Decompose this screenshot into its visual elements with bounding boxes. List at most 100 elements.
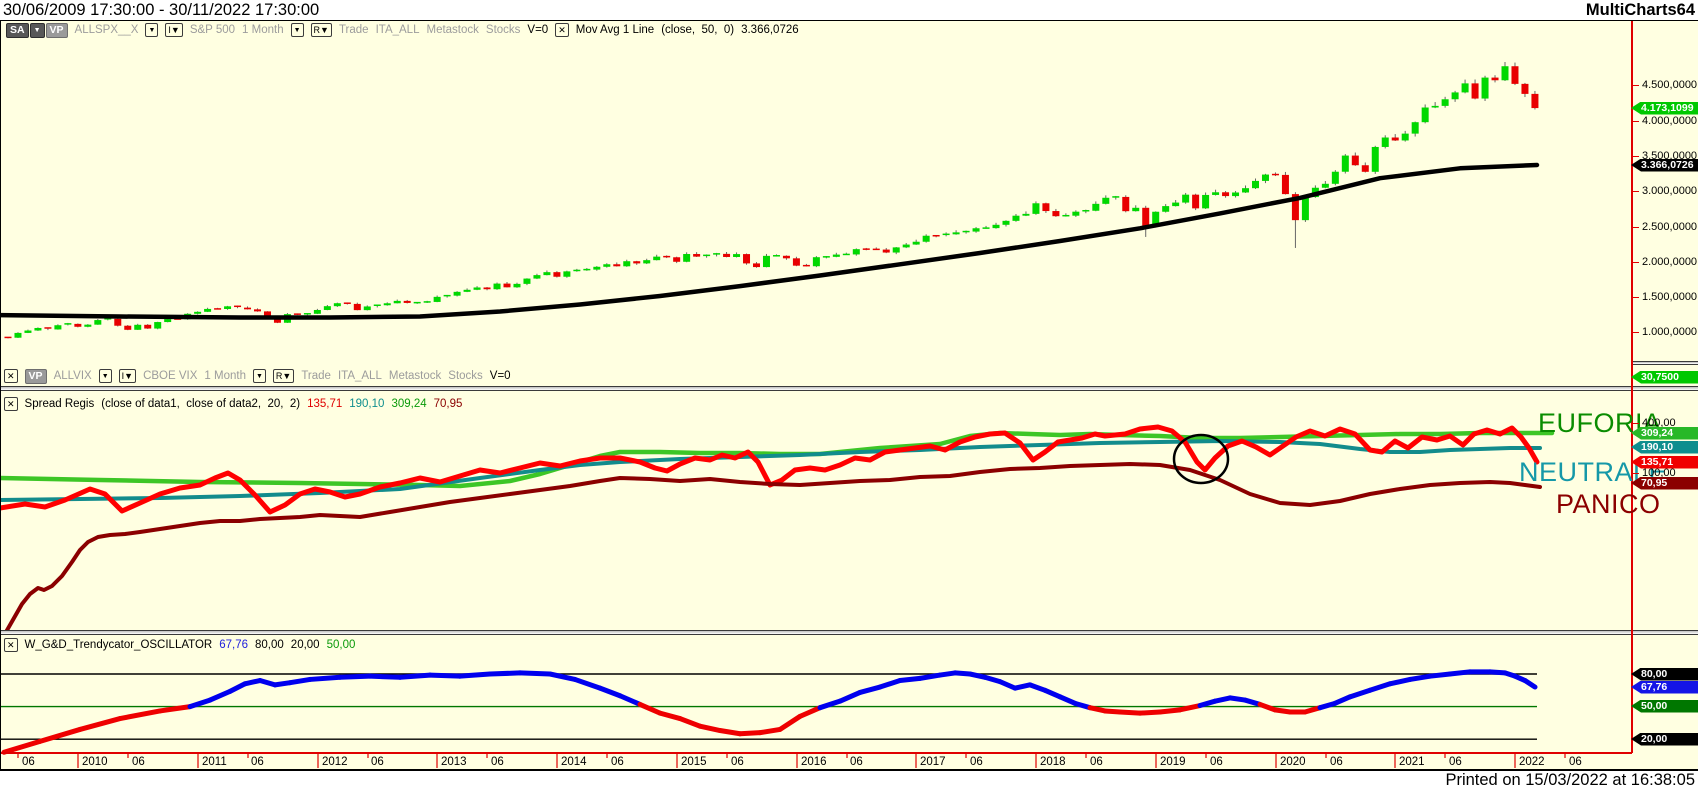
toolbar-oscillator: ✕W_G&D_Trendycator_OSCILLATOR67,7680,002… [4, 637, 362, 653]
time-axis-label: 06 [1210, 756, 1223, 768]
vp-button[interactable]: VP [25, 369, 47, 384]
time-axis-label: 2020 [1280, 756, 1306, 768]
time-axis-label: 2018 [1040, 756, 1066, 768]
panico-value-label: 70,95 [434, 397, 463, 411]
time-axis-label: 06 [371, 756, 384, 768]
oscillator-value-tag: 67,76 [1631, 681, 1698, 694]
resolution-label: 1 Month [242, 23, 284, 37]
volume-label: V=0 [490, 369, 511, 383]
dropdown-icon[interactable]: ▼ [291, 23, 304, 37]
time-axis-label: 2021 [1399, 756, 1425, 768]
lower-level-label: 20,00 [291, 638, 320, 652]
spread-axis-tick [1632, 473, 1639, 475]
time-axis-label: 06 [491, 756, 504, 768]
price-axis-tick-label: 2.500,0000 [1642, 221, 1697, 233]
price-axis-line [1631, 21, 1633, 753]
spread-value-label: 135,71 [307, 397, 342, 411]
euforia-value-label: 309,24 [391, 397, 426, 411]
sector-label: Stocks [486, 23, 521, 37]
oscillator-value-label: 67,76 [219, 638, 248, 652]
time-axis-label: 2017 [920, 756, 946, 768]
neutrale-value-label: 190,10 [349, 397, 384, 411]
printed-footer: Printed on 15/03/2022 at 16:38:05 [1445, 771, 1695, 790]
time-axis-label: 06 [1090, 756, 1103, 768]
upper-level-tag: 80,00 [1631, 668, 1698, 681]
mov-avg-tag: 3.366,0726 [1631, 159, 1698, 172]
price-axis-tick-label: 4.000,0000 [1642, 115, 1697, 127]
upper-level-label: 80,00 [255, 638, 284, 652]
category-label: ITA_ALL [376, 23, 420, 37]
time-axis-label: 2013 [441, 756, 467, 768]
price-axis-tick [1632, 297, 1639, 299]
interval-dropdown-icon[interactable]: I▼ [165, 23, 182, 37]
close-icon[interactable]: ✕ [4, 369, 18, 383]
price-axis-tick [1632, 191, 1639, 193]
time-axis-label: 06 [1330, 756, 1343, 768]
symbol-label: ALLSPX__X [75, 23, 139, 37]
title-bar: 30/06/2009 17:30:00 - 30/11/2022 17:30:0… [0, 0, 1698, 20]
indicator-name-label: Mov Avg 1 Line [576, 23, 654, 37]
price-axis-tick [1632, 156, 1639, 158]
time-axis-label: 2019 [1160, 756, 1186, 768]
indicator-params-label: (close, 50, 0) [661, 23, 734, 37]
time-axis-label: 06 [251, 756, 264, 768]
toolbar-spread: ✕ Spread Regis (close of data1, close of d… [4, 396, 469, 412]
panico-band-tag: 70,95 [1631, 477, 1698, 490]
time-axis-label: 2016 [801, 756, 827, 768]
dropdown-icon[interactable]: ▼ [99, 369, 112, 383]
close-icon[interactable]: ✕ [555, 23, 569, 37]
sa-dropdown-icon[interactable]: ▼ [30, 23, 45, 38]
time-axis-label: 06 [132, 756, 145, 768]
spread-axis-tick [1632, 423, 1639, 425]
panel-splitter[interactable] [0, 630, 1698, 635]
toolbar-vix: ✕VPALLVIX▼I▼CBOE VIX1 Month▼R▼TradeITA_A… [4, 368, 518, 384]
price-axis-tick [1632, 262, 1639, 264]
time-axis-label: 06 [850, 756, 863, 768]
date-range-title: 30/06/2009 17:30:00 - 30/11/2022 17:30:0… [3, 1, 319, 20]
sa-button[interactable]: SA [6, 23, 29, 38]
resolution-dropdown-icon[interactable]: R▼ [273, 369, 294, 383]
panel-splitter[interactable] [0, 386, 1698, 391]
axis-splitter[interactable] [1632, 361, 1698, 365]
mid-level-tag: 50,00 [1631, 700, 1698, 713]
instrument-label: S&P 500 [190, 23, 235, 37]
time-axis-label: 2014 [561, 756, 587, 768]
indicator-params-label: (close of data1, close of data2, 20, 2) [101, 397, 300, 411]
symbol-label: ALLVIX [54, 369, 92, 383]
panico-zone-label: PANICO [1556, 489, 1661, 520]
resolution-dropdown-icon[interactable]: R▼ [311, 23, 332, 37]
lower-level-tag: 20,00 [1631, 733, 1698, 746]
close-icon[interactable]: ✕ [4, 397, 18, 411]
indicator-name-label: Spread Regis [25, 397, 95, 411]
time-axis-line [0, 752, 1632, 754]
time-axis-label: 06 [1449, 756, 1462, 768]
category-label: ITA_ALL [338, 369, 382, 383]
time-axis-label: 06 [611, 756, 624, 768]
vp-button[interactable]: VP [46, 23, 68, 38]
time-axis-label: 06 [1569, 756, 1582, 768]
spread-value-tag: 135,71 [1631, 456, 1698, 469]
dropdown-icon[interactable]: ▼ [145, 23, 158, 37]
time-axis-label: 2022 [1519, 756, 1545, 768]
dropdown-icon[interactable]: ▼ [253, 369, 266, 383]
price-axis-tick [1632, 121, 1639, 123]
time-axis-label: 06 [22, 756, 35, 768]
trade-label: Trade [339, 23, 369, 37]
datafeed-label: Metastock [389, 369, 441, 383]
time-axis-label: 2011 [202, 756, 227, 768]
close-icon[interactable]: ✕ [4, 638, 18, 652]
price-axis-tick [1632, 227, 1639, 229]
indicator-value-label: 3.366,0726 [741, 23, 799, 37]
time-axis-label: 2012 [322, 756, 348, 768]
interval-dropdown-icon[interactable]: I▼ [119, 369, 136, 383]
window-left-border [0, 21, 1, 770]
datafeed-label: Metastock [426, 23, 478, 37]
instrument-label: CBOE VIX [143, 369, 197, 383]
trade-label: Trade [301, 369, 331, 383]
price-axis-tick [1632, 85, 1639, 87]
last-price-tag: 4.173,1099 [1631, 102, 1698, 115]
sector-label: Stocks [448, 369, 483, 383]
price-axis-tick-label: 1.500,0000 [1642, 291, 1697, 303]
neutrale-band-tag: 190,10 [1631, 441, 1698, 454]
time-axis-label: 06 [970, 756, 983, 768]
